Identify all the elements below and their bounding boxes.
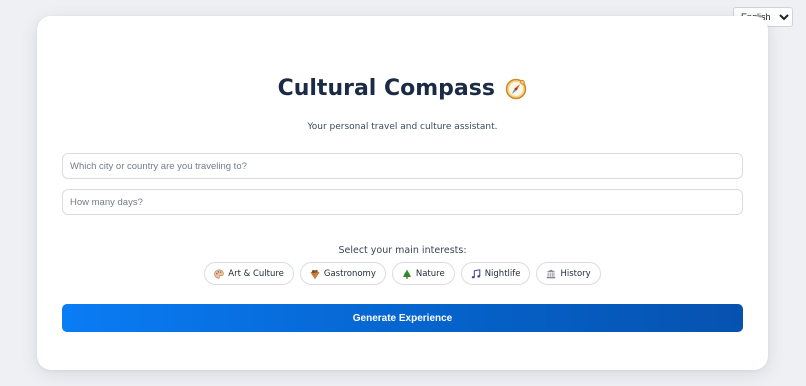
interest-chip-history[interactable]: History	[536, 262, 601, 285]
main-card: Cultural Compass Your personal travel an…	[37, 16, 768, 370]
title-row: Cultural Compass	[37, 76, 768, 101]
interest-chip-art-culture[interactable]: Art & Culture	[204, 262, 294, 285]
interest-chip-label: Nature	[415, 268, 445, 279]
interest-chip-nature[interactable]: Nature	[391, 262, 455, 285]
interest-chip-label: Art & Culture	[228, 268, 284, 279]
music-note-icon	[471, 268, 481, 279]
tree-icon	[402, 269, 412, 279]
food-icon	[310, 269, 320, 279]
interest-chips: Art & Culture Gastronomy Nature Nightlif…	[37, 262, 768, 285]
page-title: Cultural Compass	[277, 76, 495, 101]
museum-icon	[546, 269, 556, 279]
interest-chip-label: History	[560, 268, 591, 279]
generate-experience-button[interactable]: Generate Experience	[62, 304, 743, 332]
interest-chip-label: Nightlife	[484, 268, 521, 279]
interests-label: Select your main interests:	[338, 245, 467, 256]
interest-chip-nightlife[interactable]: Nightlife	[460, 262, 531, 285]
compass-icon	[505, 78, 527, 100]
palette-icon	[214, 268, 224, 279]
subtitle: Your personal travel and culture assista…	[307, 122, 498, 132]
days-input[interactable]	[62, 189, 743, 215]
interest-chip-gastronomy[interactable]: Gastronomy	[299, 262, 386, 285]
destination-input[interactable]	[62, 153, 743, 179]
interest-chip-label: Gastronomy	[323, 268, 376, 279]
